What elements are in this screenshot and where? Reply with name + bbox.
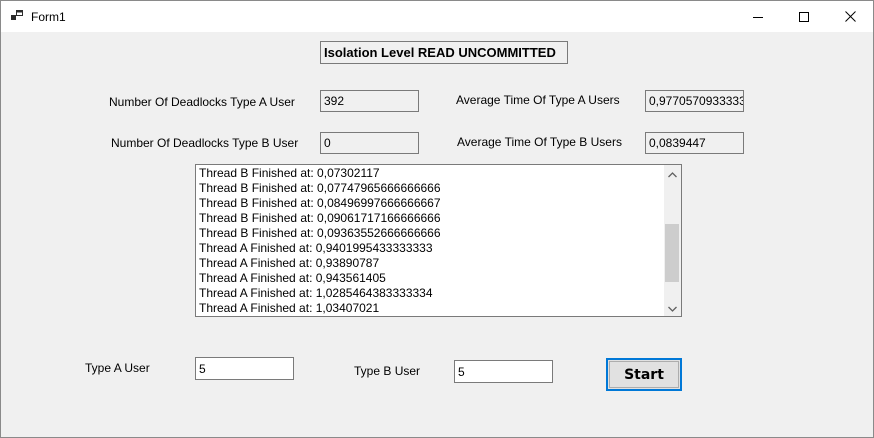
type-a-user-input[interactable] — [195, 357, 294, 380]
maximize-button[interactable] — [781, 1, 827, 32]
list-item[interactable]: Thread B Finished at: 0,07302117 — [199, 166, 663, 181]
form-window: Form1 Isolation Level READ UNCOMMITTED N… — [0, 0, 874, 438]
minimize-icon — [753, 12, 763, 22]
maximize-icon — [799, 11, 809, 22]
title-bar[interactable]: Form1 — [1, 1, 873, 32]
list-item[interactable]: Thread A Finished at: 0,93890787 — [199, 256, 663, 271]
scroll-up-button[interactable] — [664, 165, 681, 182]
start-button[interactable]: Start — [606, 358, 682, 391]
close-button[interactable] — [827, 1, 873, 32]
list-item[interactable]: Thread A Finished at: 0,943561405 — [199, 271, 663, 286]
avg-time-a-value: 0,977057093333333 — [645, 90, 744, 112]
scroll-thumb[interactable] — [665, 224, 679, 283]
close-icon — [844, 11, 856, 22]
chevron-up-icon — [668, 167, 677, 181]
deadlocks-a-label: Number Of Deadlocks Type A User — [109, 95, 295, 109]
scroll-down-button[interactable] — [664, 299, 681, 316]
minimize-button[interactable] — [735, 1, 781, 32]
list-item[interactable]: Thread B Finished at: 0,0774796566666666… — [199, 181, 663, 196]
thread-log-lines: Thread B Finished at: 0,07302117 Thread … — [199, 166, 663, 316]
list-item[interactable]: Thread A Finished at: 1,0285464383333334 — [199, 286, 663, 301]
deadlocks-b-label: Number Of Deadlocks Type B User — [111, 136, 299, 150]
window-title: Form1 — [31, 10, 66, 24]
avg-time-a-label: Average Time Of Type A Users — [456, 93, 620, 107]
list-item[interactable]: Thread A Finished at: 0,9401995433333333 — [199, 241, 663, 256]
avg-time-b-label: Average Time Of Type B Users — [457, 135, 622, 149]
log-vertical-scrollbar[interactable] — [664, 165, 681, 316]
chevron-down-icon — [668, 301, 677, 315]
deadlocks-b-value: 0 — [320, 132, 419, 154]
type-b-user-label: Type B User — [354, 364, 421, 378]
isolation-level-label: Isolation Level READ UNCOMMITTED — [320, 41, 568, 64]
start-button-focus-rect — [609, 361, 679, 388]
thread-log-listbox[interactable]: Thread B Finished at: 0,07302117 Thread … — [195, 164, 682, 317]
deadlocks-a-value: 392 — [320, 90, 419, 112]
form-app-icon[interactable] — [11, 10, 23, 22]
type-b-user-input[interactable] — [454, 360, 553, 383]
list-item[interactable]: Thread B Finished at: 0,0906171716666666… — [199, 211, 663, 226]
avg-time-b-value: 0,0839447 — [645, 132, 744, 154]
list-item[interactable]: Thread B Finished at: 0,0936355266666666… — [199, 226, 663, 241]
type-a-user-label: Type A User — [85, 361, 150, 375]
list-item[interactable]: Thread B Finished at: 0,0849699766666666… — [199, 196, 663, 211]
list-item[interactable]: Thread A Finished at: 1,03407021 — [199, 301, 663, 316]
